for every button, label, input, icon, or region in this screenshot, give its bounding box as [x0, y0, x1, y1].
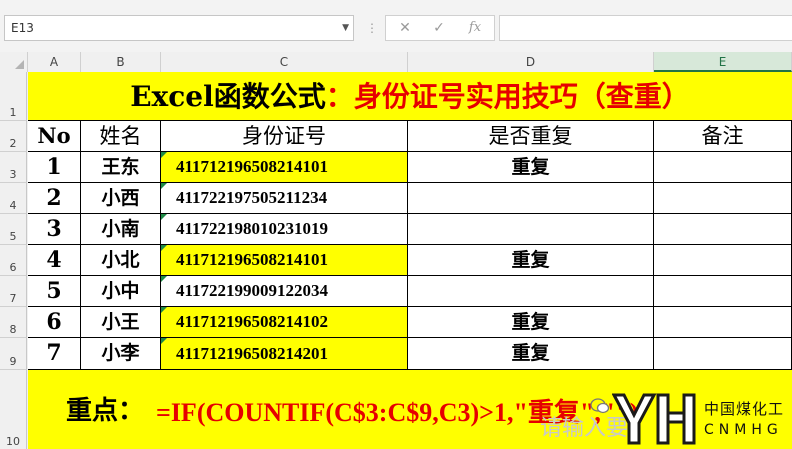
cell-no[interactable]: 5 — [28, 276, 81, 307]
title-cell[interactable]: Excel函数公式：身份证号实用技巧（查重） — [28, 72, 792, 121]
error-indicator-icon — [161, 307, 167, 313]
cell-note[interactable] — [654, 152, 792, 183]
cell-note[interactable] — [654, 307, 792, 338]
cell-id-text: 411722198010231019 — [176, 219, 329, 238]
header-name[interactable]: 姓名 — [81, 121, 161, 152]
cell-name[interactable]: 小南 — [81, 214, 161, 245]
name-box[interactable]: E13 ▼ — [4, 15, 354, 41]
cell-note[interactable] — [654, 338, 792, 370]
cell-id-text: 411722199009122034 — [176, 281, 329, 300]
cell-id[interactable]: 411712196508214101 — [161, 152, 408, 183]
column-headers: A B C D E — [0, 52, 792, 73]
row-header-7[interactable]: 7 — [0, 276, 27, 307]
formula-bar: E13 ▼ ⋮ ✕ ✓ fx — [0, 0, 792, 53]
fx-icon[interactable]: fx — [460, 16, 490, 40]
name-box-value: E13 — [11, 21, 34, 35]
cell-no[interactable]: 3 — [28, 214, 81, 245]
close-icon[interactable]: ✕ — [390, 16, 420, 40]
row-header-8[interactable]: 8 — [0, 307, 27, 338]
row-header-10[interactable]: 10 — [0, 370, 27, 449]
cell-name[interactable]: 小北 — [81, 245, 161, 276]
title-text-red: ：身份证号实用技巧（查重） — [325, 80, 690, 113]
row-headers: 1 2 3 4 5 6 7 8 9 10 — [0, 72, 28, 449]
formula-buttons: ✕ ✓ fx — [385, 15, 495, 41]
row-header-4[interactable]: 4 — [0, 183, 27, 214]
cell-id[interactable]: 411722198010231019 — [161, 214, 408, 245]
row-header-3[interactable]: 3 — [0, 152, 27, 183]
cell-id-text: 411712196508214101 — [176, 250, 329, 269]
header-no[interactable]: No — [28, 121, 81, 152]
cell-note[interactable] — [654, 245, 792, 276]
cell-name[interactable]: 小李 — [81, 338, 161, 370]
cell-id-text: 411712196508214101 — [176, 157, 329, 176]
logo-text-en: CNMHG — [704, 422, 783, 438]
header-note[interactable]: 备注 — [654, 121, 792, 152]
cell-name[interactable]: 小王 — [81, 307, 161, 338]
row-header-9[interactable]: 9 — [0, 338, 27, 370]
header-id[interactable]: 身份证号 — [161, 121, 408, 152]
row-header-1[interactable]: 1 — [0, 72, 27, 121]
cell-duplicate[interactable] — [408, 276, 654, 307]
error-indicator-icon — [161, 214, 167, 220]
formula-input[interactable] — [499, 15, 792, 41]
column-header-a[interactable]: A — [28, 52, 81, 72]
cell-duplicate[interactable]: 重复 — [408, 338, 654, 370]
cell-no[interactable]: 1 — [28, 152, 81, 183]
cell-note[interactable] — [654, 183, 792, 214]
cell-duplicate[interactable]: 重复 — [408, 245, 654, 276]
check-icon[interactable]: ✓ — [424, 16, 454, 40]
cell-id-text: 411712196508214201 — [176, 344, 329, 363]
chevron-down-icon[interactable]: ▼ — [342, 16, 349, 40]
column-header-e[interactable]: E — [654, 52, 792, 72]
row-header-2[interactable]: 2 — [0, 121, 27, 152]
cell-note[interactable] — [654, 214, 792, 245]
title-text-black: Excel函数公式 — [130, 80, 326, 113]
cell-id[interactable]: 411712196508214101 — [161, 245, 408, 276]
column-header-b[interactable]: B — [81, 52, 161, 72]
cell-id[interactable]: 411722199009122034 — [161, 276, 408, 307]
error-indicator-icon — [161, 338, 167, 344]
cell-duplicate[interactable]: 重复 — [408, 152, 654, 183]
error-indicator-icon — [161, 183, 167, 189]
error-indicator-icon — [161, 152, 167, 158]
logo-text-cn: 中国煤化工 — [704, 400, 785, 418]
formula-label: 重点： — [66, 396, 145, 426]
cell-duplicate[interactable]: 重复 — [408, 307, 654, 338]
cell-id[interactable]: 411712196508214201 — [161, 338, 408, 370]
cell-id[interactable]: 411722197505211234 — [161, 183, 408, 214]
cell-no[interactable]: 2 — [28, 183, 81, 214]
cell-id-text: 411722197505211234 — [176, 188, 328, 207]
error-indicator-icon — [161, 276, 167, 282]
cell-no[interactable]: 4 — [28, 245, 81, 276]
cell-name[interactable]: 小中 — [81, 276, 161, 307]
row-header-6[interactable]: 6 — [0, 245, 27, 276]
cnmhg-logo: 中国煤化工 CNMHG — [612, 388, 792, 449]
cnmhg-logo-mark-icon — [612, 393, 696, 445]
row-header-5[interactable]: 5 — [0, 214, 27, 245]
more-options-icon[interactable]: ⋮ — [366, 15, 378, 41]
cell-name[interactable]: 小西 — [81, 183, 161, 214]
cell-id[interactable]: 411712196508214102 — [161, 307, 408, 338]
cell-duplicate[interactable] — [408, 214, 654, 245]
select-all-corner[interactable] — [0, 52, 28, 72]
cell-no[interactable]: 7 — [28, 338, 81, 370]
column-header-d[interactable]: D — [408, 52, 654, 72]
header-duplicate[interactable]: 是否重复 — [408, 121, 654, 152]
column-header-c[interactable]: C — [161, 52, 408, 72]
cell-note[interactable] — [654, 276, 792, 307]
cell-duplicate[interactable] — [408, 183, 654, 214]
cell-name[interactable]: 王东 — [81, 152, 161, 183]
cell-id-text: 411712196508214102 — [176, 312, 329, 331]
cell-no[interactable]: 6 — [28, 307, 81, 338]
error-indicator-icon — [161, 245, 167, 251]
